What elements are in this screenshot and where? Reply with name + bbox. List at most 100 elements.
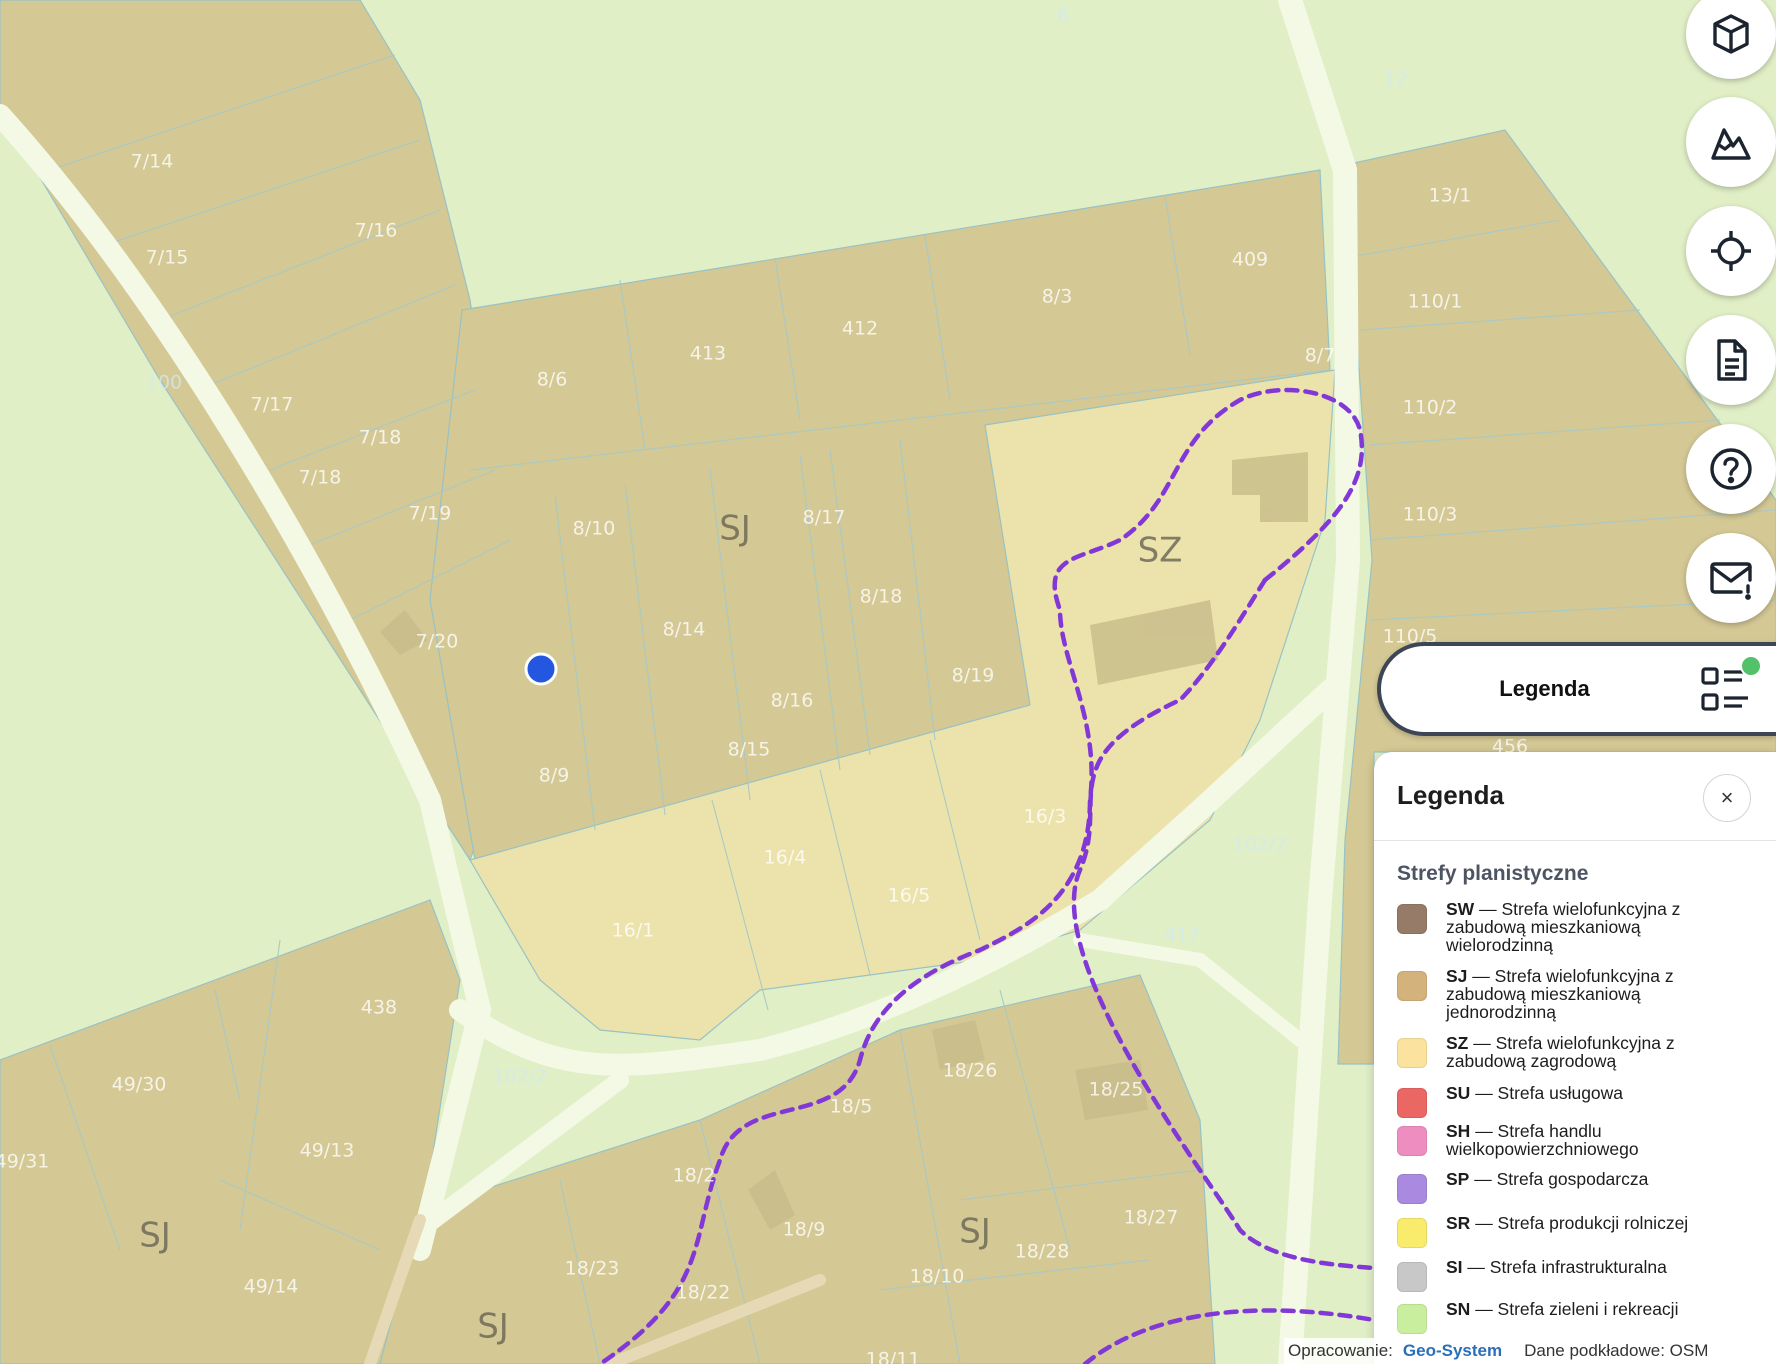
legend-item: SU — Strefa usługowa [1397,1084,1737,1118]
legend-item-desc: — Strefa zieleni i rekreacji [1475,1299,1679,1319]
parcel-number: 7/16 [355,220,398,242]
legend-swatch [1397,1218,1427,1248]
cube-3d-icon [1713,14,1749,54]
parcel-number: 417 [1164,924,1200,946]
parcel-number: 18/26 [943,1060,998,1082]
attribution-basemap: Dane podkładowe: OSM [1524,1341,1709,1360]
legend-swatch [1397,1174,1427,1204]
parcel-number: 18/27 [1124,1207,1179,1229]
parcel-number: 18/25 [1089,1079,1144,1101]
close-legend-button[interactable]: × [1703,774,1751,822]
parcel-number: 100 [146,372,182,394]
parcel-number: 16/3 [1024,806,1067,828]
legend-panel: Legenda × Strefy planistyczne SW — Stref… [1374,752,1776,1364]
attribution-author-link[interactable]: Geo-System [1403,1341,1502,1361]
attribution-prefix: Opracowanie: [1288,1341,1393,1360]
parcel-number: 18/28 [1015,1241,1070,1263]
parcel-number: 49/30 [112,1074,167,1096]
legend-item-desc: — Strefa wielofunkcyjna z zabudową miesz… [1446,899,1681,955]
document-button[interactable] [1686,315,1776,405]
parcel-number: 8/16 [771,690,814,712]
parcel-number: 49/31 [0,1151,49,1173]
legend-item-desc: — Strefa produkcji rolniczej [1475,1213,1689,1233]
legend-item-text: SW — Strefa wielofunkcyjna z zabudową mi… [1446,900,1737,954]
close-icon: × [1720,785,1734,810]
parcel-number: 7/17 [251,394,294,416]
legend-item: SJ — Strefa wielofunkcyjna z zabudową mi… [1397,967,1737,1021]
legend-status-dot [1740,655,1762,677]
legend-item-desc: — Strefa infrastrukturalna [1467,1257,1667,1277]
parcel-number: 18/22 [676,1282,731,1304]
parcel-number: 49/13 [300,1140,355,1162]
legend-item-desc: — Strefa handlu wielkopowierzchniowego [1446,1121,1639,1159]
parcel-number: 6 [1057,5,1069,27]
legend-title: Legenda [1397,780,1504,810]
parcel-number: 438 [361,997,397,1019]
parcel-number: 12 [1384,68,1408,90]
contact-button[interactable] [1686,533,1776,623]
parcel-number: 13/1 [1429,185,1472,207]
attribution-bar: Opracowanie: Geo-System Dane podkładowe:… [1284,1338,1776,1364]
parcel-number: 49/14 [244,1276,299,1298]
legend-item: SH — Strefa handlu wielkopowierzchnioweg… [1397,1122,1737,1158]
legend-swatch [1397,1304,1427,1334]
parcel-number: 110/1 [1408,291,1463,313]
parcel-number: 7/14 [131,151,174,173]
zone-code: SJ [959,1212,991,1252]
parcel-number: 16/5 [888,885,931,907]
legend-item-desc: — Strefa gospodarcza [1474,1169,1649,1189]
legend-item-code: SU [1446,1083,1471,1103]
legend-item-code: SP [1446,1169,1470,1189]
parcel-number: 412 [842,318,878,340]
parcel-number: 8/10 [573,518,616,540]
legend-item-desc: — Strefa wielofunkcyjna z zabudową miesz… [1446,966,1674,1022]
parcel-number: 102/2 [493,1066,548,1088]
legend-item: SP — Strefa gospodarcza [1397,1170,1737,1204]
parcel-number: 7/20 [416,631,459,653]
parcel-number: 18/9 [783,1219,826,1241]
parcel-number: 110/2 [1403,397,1458,419]
legend-item-desc: — Strefa wielofunkcyjna z zabudową zagro… [1446,1033,1675,1071]
document-icon [1717,339,1747,381]
parcel-number: 18/2 [673,1165,716,1187]
legend-item-code: SH [1446,1121,1471,1141]
parcel-number: 8/19 [952,665,995,687]
legend-item: SW — Strefa wielofunkcyjna z zabudową mi… [1397,900,1737,954]
zone-code: SJ [139,1216,171,1256]
legend-item-code: SR [1446,1213,1471,1233]
parcel-number: 16/4 [764,847,807,869]
parcel-number: 7/15 [146,247,189,269]
help-icon [1710,448,1752,490]
legend-toggle-button[interactable]: Legenda [1377,642,1776,736]
parcel-number: 7/18 [359,427,402,449]
legend-item: SI — Strefa infrastrukturalna [1397,1258,1737,1292]
parcel-number: 8/18 [860,586,903,608]
parcel-number: 18/5 [830,1096,873,1118]
legend-list-icon [1698,655,1762,717]
legend-item-text: SR — Strefa produkcji rolniczej [1446,1214,1688,1232]
location-marker[interactable] [524,652,558,686]
parcel-number: 8/3 [1042,286,1073,308]
legend-item: SZ — Strefa wielofunkcyjna z zabudową za… [1397,1034,1737,1070]
legend-item-code: SI [1446,1257,1463,1277]
zone-code: SZ [1138,531,1183,571]
parcel-number: 8/14 [663,619,706,641]
legend-item-text: SH — Strefa handlu wielkopowierzchnioweg… [1446,1122,1737,1158]
help-button[interactable] [1686,424,1776,514]
parcel-number: 413 [690,343,726,365]
legend-toggle-label: Legenda [1499,676,1590,701]
legend-header: Legenda × [1374,752,1776,841]
legend-item-code: SN [1446,1299,1471,1319]
parcel-number: 8/17 [803,507,846,529]
parcel-number: 8/15 [728,739,771,761]
terrain-icon [1711,128,1751,160]
legend-item-desc: — Strefa usługowa [1475,1083,1624,1103]
legend-swatch [1397,904,1427,934]
legend-swatch [1397,1088,1427,1118]
parcel-number: 18/23 [565,1258,620,1280]
legend-swatch [1397,971,1427,1001]
locate-button[interactable] [1686,206,1776,296]
legend-swatch [1397,1262,1427,1292]
terrain-button[interactable] [1686,97,1776,187]
parcel-number: 7/19 [409,503,452,525]
